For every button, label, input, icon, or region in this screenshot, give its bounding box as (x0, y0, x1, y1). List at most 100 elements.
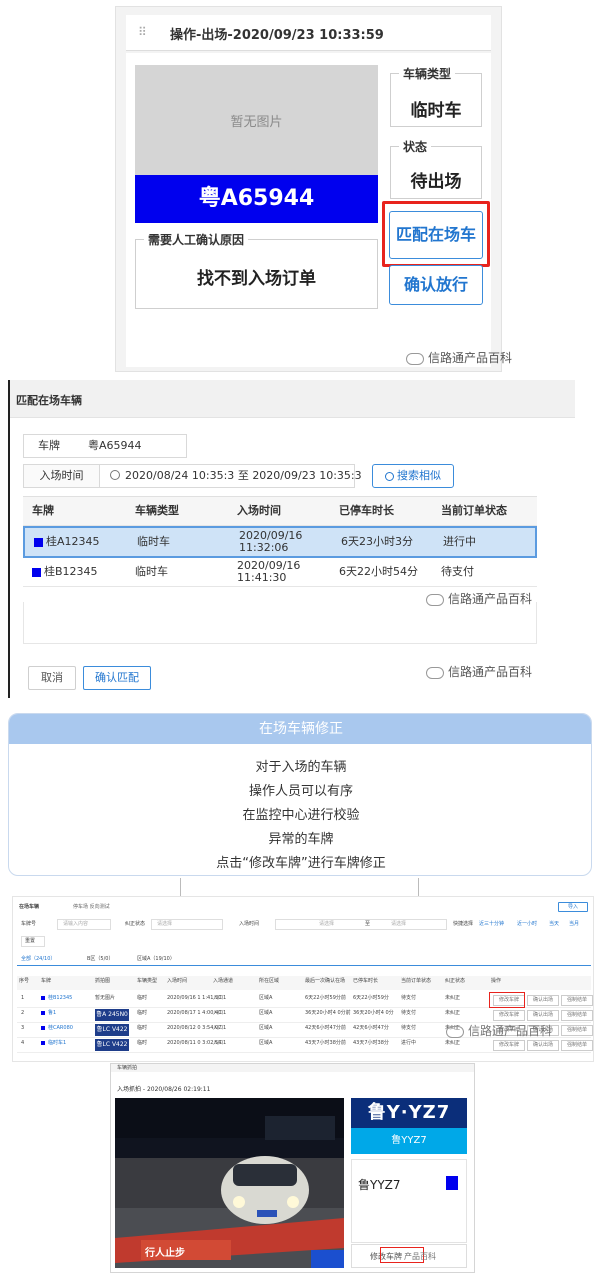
confirm-exit-button[interactable]: 确认出场 (527, 995, 559, 1006)
import-button[interactable]: 导入 (558, 902, 588, 912)
watermark: 信路通产品百科 (426, 663, 532, 680)
feature-description-box: 在场车辆修正 对于入场的车辆 操作人员可以有序 在监控中心进行校验 异常的车牌 … (8, 713, 592, 876)
wechat-icon (446, 1025, 464, 1038)
drag-handle-icon[interactable]: ⠿ (138, 25, 148, 39)
plate-thumbnail[interactable]: 鲁LC V422 (95, 1024, 129, 1036)
cancel-button[interactable]: 取消 (28, 666, 76, 690)
edit-plate-button[interactable]: 修改车牌 (493, 1040, 525, 1051)
tab-area-a[interactable]: 区域A（19/10） (137, 956, 175, 962)
row-area: 区域A (259, 1040, 273, 1046)
force-close-button[interactable]: 强制结单 (561, 995, 593, 1006)
range-separator: 至 (365, 921, 371, 927)
entry-time-filter[interactable]: 入场时间 (239, 921, 259, 927)
row-last-seen: 6天22小时59分前 (305, 995, 346, 1001)
select-placeholder: 请选择 (319, 921, 335, 927)
row-plate[interactable]: 桂B12345 (41, 995, 72, 1001)
quick-option[interactable]: 当月 (569, 921, 579, 927)
plate-number-banner: 粤A65944 (135, 175, 378, 223)
row-no: 2 (21, 1010, 25, 1016)
row-area: 区域A (259, 1025, 273, 1031)
entry-time-label: 入场时间 (24, 465, 100, 487)
column-header: 操作 (491, 978, 502, 984)
plate-color-icon (41, 1010, 45, 1015)
edit-plate-button[interactable]: 修改车牌 (493, 1010, 525, 1021)
sign-text: 行人止步 (145, 1248, 185, 1259)
tab-all[interactable]: 全部（24/10） (21, 956, 55, 962)
edit-plate-highlight (489, 992, 525, 1008)
search-similar-button[interactable]: 搜索相似 (372, 464, 454, 488)
column-header: 入场通道 (213, 978, 234, 984)
wechat-icon (426, 666, 444, 679)
plate-thumbnail[interactable]: 鲁A 245N0 (95, 1009, 129, 1021)
plate-thumbnail[interactable]: 鲁LC V422 (95, 1039, 129, 1051)
modal-topbar: 车辆抓拍 (111, 1064, 474, 1072)
row-no: 4 (21, 1040, 25, 1046)
description-line: 对于入场的车辆 (255, 760, 347, 775)
column-header: 车辆类型 (135, 504, 179, 517)
row-no: 3 (21, 1025, 25, 1031)
confirm-match-button[interactable]: 确认匹配 (83, 666, 151, 690)
force-close-button[interactable]: 强制结单 (561, 1010, 593, 1021)
force-close-button[interactable]: 强制结单 (561, 1025, 593, 1036)
quick-option[interactable]: 近三十分钟 (479, 921, 504, 927)
entry-time-range-field[interactable]: 入场时间 2020/08/24 10:35:3 至 2020/09/23 10:… (23, 464, 362, 488)
table-row[interactable]: 桂B12345 临时车 2020/09/16 11:41:30 6天22小时54… (23, 558, 537, 587)
description-line: 在监控中心进行校验 (242, 808, 360, 823)
panel-title: 在场车辆 (19, 904, 40, 910)
force-close-button[interactable]: 强制结单 (561, 1040, 593, 1051)
row-order-status: 待支付 (401, 995, 417, 1001)
confirm-exit-button[interactable]: 确认出场 (527, 1010, 559, 1021)
select-placeholder: 请选择 (157, 921, 173, 927)
quick-option[interactable]: 近一小时 (517, 921, 537, 927)
edit-plate-button[interactable]: 修改车牌 产品百科 (351, 1244, 467, 1268)
column-header: 纠正状态 (445, 978, 466, 984)
description-line: 点击“修改车牌”进行车牌修正 (216, 856, 386, 871)
row-time: 2020/09/16 11:32:06 (239, 529, 303, 554)
capture-modal: 车辆抓拍 入场抓拍 - 2020/08/26 02:19:11 行人止步 鲁Y·… (110, 1063, 475, 1273)
reason-value: 找不到入场订单 (197, 269, 316, 289)
row-plate[interactable]: 桂CAR080 (41, 1025, 73, 1031)
description-line: 异常的车牌 (268, 832, 334, 847)
match-in-lot-vehicle-button[interactable]: 匹配在场车 (389, 211, 483, 259)
row-duration: 43天7小时38分 (353, 1040, 389, 1046)
column-header: 车牌 (41, 978, 52, 984)
table-header: 序号 车牌 抓拍图 车辆类型 入场时间 入场通道 所在区域 最后一次确认在场 已… (17, 976, 591, 990)
table-row[interactable]: 桂A12345 临时车 2020/09/16 11:32:06 6天23小时3分… (23, 526, 537, 558)
time-range-text[interactable]: 2020/08/24 10:35:3 至 2020/09/23 10:35:3 (125, 465, 362, 487)
row-plate[interactable]: 鲁1 (41, 1010, 56, 1016)
row-plate: 桂A12345 (34, 528, 130, 556)
time-range-input[interactable] (275, 919, 447, 930)
wechat-icon (406, 352, 424, 365)
tab-area-b[interactable]: B区（5/0） (87, 956, 113, 962)
column-header: 已停车时长 (339, 504, 394, 517)
row-duration: 6天22小时54分 (339, 565, 418, 578)
row-plate[interactable]: 临时车1 (41, 1040, 66, 1046)
row-order-status: 待支付 (401, 1025, 417, 1031)
match-vehicle-dialog: 匹配在场车辆 车牌 粤A65944 入场时间 2020/08/24 10:35:… (8, 380, 592, 698)
row-type: 临时 (137, 995, 148, 1001)
confirm-exit-button[interactable]: 确认出场 (527, 1040, 559, 1051)
confirm-release-button[interactable]: 确认放行 (389, 265, 483, 305)
search-icon (385, 471, 394, 481)
column-header: 当前订单状态 (441, 504, 507, 517)
table-row: 4 临时车1 鲁LC V422 临时 2020/08/11 0 3:02:54 … (17, 1038, 593, 1053)
column-header: 所在区域 (259, 978, 280, 984)
column-header: 已停车时长 (353, 978, 379, 984)
lot-location[interactable]: 停车场 反向测试 (73, 904, 110, 910)
status-label: 状态 (399, 138, 432, 155)
vehicle-type-label: 车辆类型 (399, 65, 456, 82)
row-type: 临时 (137, 1040, 148, 1046)
quick-option[interactable]: 当天 (549, 921, 559, 927)
row-status: 进行中 (443, 535, 476, 548)
plate-color-icon[interactable] (446, 1176, 458, 1190)
plate-edit-box: 鲁YYZ7 (351, 1159, 467, 1243)
row-type: 临时车 (135, 565, 168, 578)
plate-value: 粤A65944 (88, 439, 142, 452)
exit-operation-panel: ⠿ 操作-出场-2020/09/23 10:33:59 暂无图片 粤A65944… (115, 6, 512, 372)
row-gate: 入口1 (213, 1040, 227, 1046)
status-value: 待出场 (410, 172, 462, 192)
panel-header: ⠿ 操作-出场-2020/09/23 10:33:59 (126, 15, 491, 51)
plate-filter-select[interactable]: 车牌号 (21, 921, 36, 927)
plate-text[interactable]: 鲁YYZ7 (358, 1176, 401, 1193)
reset-label: 重置 (25, 938, 36, 944)
